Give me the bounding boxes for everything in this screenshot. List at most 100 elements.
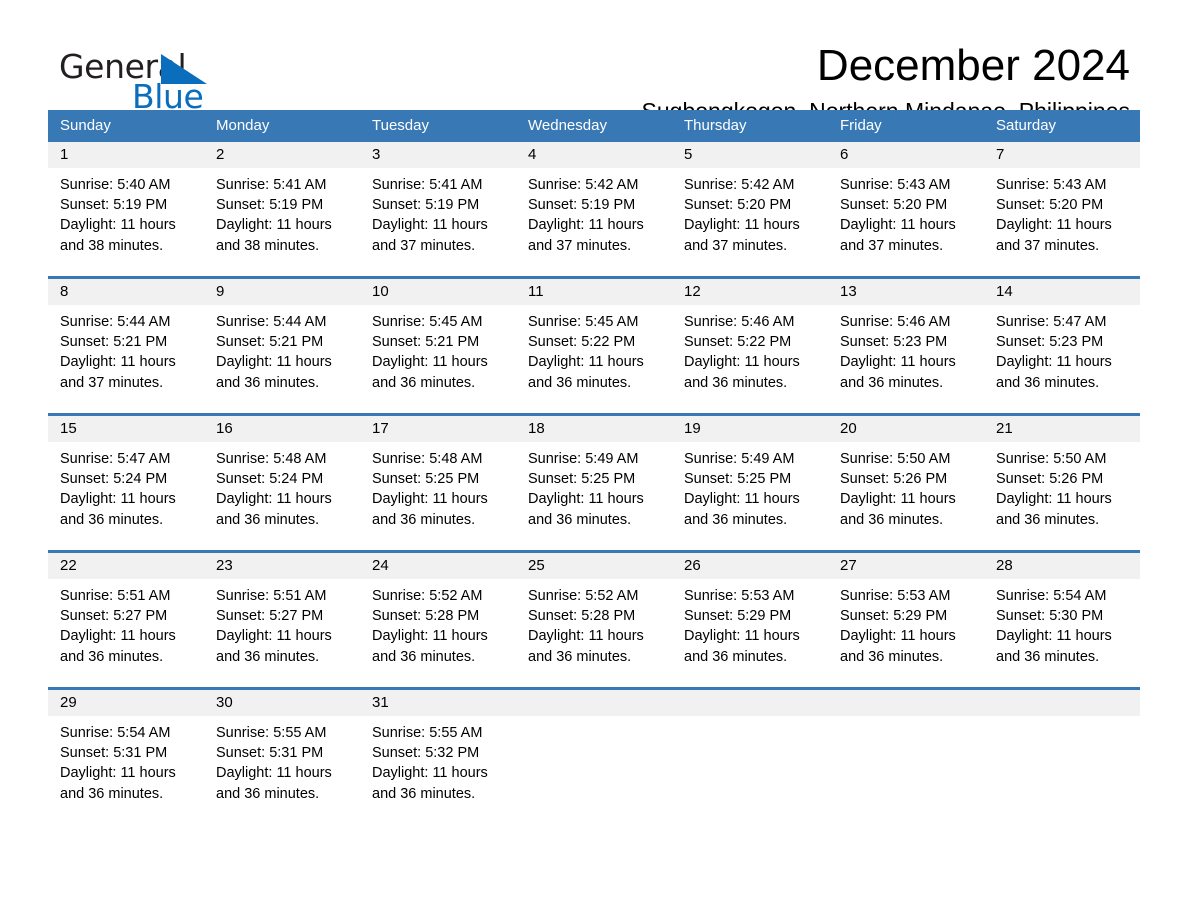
- day-number[interactable]: 14: [984, 279, 1140, 305]
- day-cell[interactable]: Sunrise: 5:44 AM Sunset: 5:21 PM Daylight:…: [204, 305, 360, 402]
- day-detail-line: Sunrise: 5:51 AM: [60, 588, 171, 604]
- day-detail-line: Daylight: 11 hours: [840, 491, 956, 508]
- day-cell[interactable]: Sunrise: 5:45 AM Sunset: 5:21 PM Daylight:…: [360, 305, 516, 402]
- day-cell[interactable]: Sunrise: 5:55 AM Sunset: 5:32 PM Daylight:…: [360, 716, 516, 813]
- day-detail-line: and 36 minutes.: [216, 511, 320, 528]
- day-number[interactable]: 2: [204, 142, 360, 168]
- day-number-empty: [828, 690, 984, 716]
- day-number[interactable]: 11: [516, 279, 672, 305]
- day-detail-line: Sunrise: 5:41 AM: [216, 177, 327, 193]
- day-cell[interactable]: Sunrise: 5:48 AM Sunset: 5:25 PM Daylight:…: [360, 442, 516, 539]
- day-cell[interactable]: Sunrise: 5:43 AM Sunset: 5:20 PM Daylight:…: [828, 168, 984, 265]
- day-number[interactable]: 21: [984, 416, 1140, 442]
- day-number[interactable]: 9: [204, 279, 360, 305]
- day-detail-line: Sunset: 5:23 PM: [840, 334, 948, 351]
- day-cell[interactable]: Sunrise: 5:40 AM Sunset: 5:19 PM Daylight:…: [48, 168, 204, 265]
- day-detail-line: Sunrise: 5:49 AM: [528, 451, 639, 467]
- day-cell[interactable]: Sunrise: 5:53 AM Sunset: 5:29 PM Daylight:…: [828, 579, 984, 676]
- day-detail-line: Sunrise: 5:48 AM: [372, 451, 483, 467]
- day-number[interactable]: 7: [984, 142, 1140, 168]
- day-cell[interactable]: Sunrise: 5:52 AM Sunset: 5:28 PM Daylight:…: [516, 579, 672, 676]
- day-detail-line: Sunrise: 5:50 AM: [996, 451, 1107, 467]
- day-number[interactable]: 28: [984, 553, 1140, 579]
- calendar-week-row: 15 16 17 18 19 20 21 Sunrise: 5:47 AM Sunset: 5:…: [48, 413, 1140, 539]
- day-number[interactable]: 10: [360, 279, 516, 305]
- day-number[interactable]: 31: [360, 690, 516, 716]
- day-cell[interactable]: Sunrise: 5:46 AM Sunset: 5:23 PM Daylight:…: [828, 305, 984, 402]
- day-cell[interactable]: Sunrise: 5:50 AM Sunset: 5:26 PM Daylight:…: [828, 442, 984, 539]
- day-cell[interactable]: Sunrise: 5:53 AM Sunset: 5:29 PM Daylight:…: [672, 579, 828, 676]
- day-number[interactable]: 3: [360, 142, 516, 168]
- day-detail-line: Sunrise: 5:52 AM: [528, 588, 639, 604]
- weekday-header-tuesday: Tuesday: [372, 117, 429, 134]
- day-number[interactable]: 4: [516, 142, 672, 168]
- day-detail-line: and 38 minutes.: [216, 237, 320, 254]
- day-cell[interactable]: Sunrise: 5:55 AM Sunset: 5:31 PM Daylight:…: [204, 716, 360, 813]
- day-number-band: 29 30 31: [48, 690, 1140, 716]
- day-cell[interactable]: Sunrise: 5:42 AM Sunset: 5:19 PM Daylight:…: [516, 168, 672, 265]
- day-cell[interactable]: Sunrise: 5:51 AM Sunset: 5:27 PM Daylight:…: [204, 579, 360, 676]
- day-cell[interactable]: Sunrise: 5:48 AM Sunset: 5:24 PM Daylight:…: [204, 442, 360, 539]
- day-detail-line: Sunset: 5:27 PM: [60, 608, 168, 625]
- day-cell[interactable]: Sunrise: 5:47 AM Sunset: 5:24 PM Daylight:…: [48, 442, 204, 539]
- day-number[interactable]: 6: [828, 142, 984, 168]
- day-number-empty: [516, 690, 672, 716]
- day-number[interactable]: 18: [516, 416, 672, 442]
- day-number[interactable]: 25: [516, 553, 672, 579]
- general-blue-logo[interactable]: General Blue: [59, 48, 259, 116]
- day-number[interactable]: 22: [48, 553, 204, 579]
- day-number[interactable]: 12: [672, 279, 828, 305]
- day-number-band: 22 23 24 25 26 27 28: [48, 553, 1140, 579]
- day-cell[interactable]: Sunrise: 5:46 AM Sunset: 5:22 PM Daylight:…: [672, 305, 828, 402]
- day-detail-line: Daylight: 11 hours: [996, 491, 1112, 508]
- day-detail-line: Sunset: 5:31 PM: [60, 745, 168, 762]
- day-cell[interactable]: Sunrise: 5:52 AM Sunset: 5:28 PM Daylight:…: [360, 579, 516, 676]
- day-number[interactable]: 24: [360, 553, 516, 579]
- day-number[interactable]: 8: [48, 279, 204, 305]
- day-cell[interactable]: Sunrise: 5:44 AM Sunset: 5:21 PM Daylight:…: [48, 305, 204, 402]
- day-number[interactable]: 30: [204, 690, 360, 716]
- day-detail-line: Sunset: 5:25 PM: [684, 471, 792, 488]
- day-number[interactable]: 17: [360, 416, 516, 442]
- day-cell-empty: [984, 716, 1140, 813]
- day-number[interactable]: 5: [672, 142, 828, 168]
- day-cell[interactable]: Sunrise: 5:43 AM Sunset: 5:20 PM Daylight:…: [984, 168, 1140, 265]
- day-number[interactable]: 19: [672, 416, 828, 442]
- day-number[interactable]: 13: [828, 279, 984, 305]
- day-detail-line: and 38 minutes.: [60, 237, 164, 254]
- day-number[interactable]: 20: [828, 416, 984, 442]
- day-detail-line: Daylight: 11 hours: [372, 628, 488, 645]
- day-number[interactable]: 15: [48, 416, 204, 442]
- day-detail-line: and 36 minutes.: [216, 785, 320, 802]
- day-cell[interactable]: Sunrise: 5:45 AM Sunset: 5:22 PM Daylight:…: [516, 305, 672, 402]
- day-detail-line: Sunset: 5:26 PM: [996, 471, 1104, 488]
- day-number[interactable]: 26: [672, 553, 828, 579]
- day-number[interactable]: 29: [48, 690, 204, 716]
- day-detail-line: and 37 minutes.: [996, 237, 1100, 254]
- day-cell[interactable]: Sunrise: 5:49 AM Sunset: 5:25 PM Daylight:…: [672, 442, 828, 539]
- day-cell[interactable]: Sunrise: 5:51 AM Sunset: 5:27 PM Daylight:…: [48, 579, 204, 676]
- day-detail-line: Sunset: 5:25 PM: [372, 471, 480, 488]
- day-detail-band: Sunrise: 5:51 AM Sunset: 5:27 PM Daylight:…: [48, 579, 1140, 676]
- day-cell[interactable]: Sunrise: 5:41 AM Sunset: 5:19 PM Daylight:…: [360, 168, 516, 265]
- day-cell[interactable]: Sunrise: 5:49 AM Sunset: 5:25 PM Daylight:…: [516, 442, 672, 539]
- day-detail-line: Sunset: 5:31 PM: [216, 745, 324, 762]
- day-cell[interactable]: Sunrise: 5:54 AM Sunset: 5:30 PM Daylight:…: [984, 579, 1140, 676]
- day-detail-line: Sunset: 5:21 PM: [216, 334, 324, 351]
- day-number[interactable]: 1: [48, 142, 204, 168]
- day-detail-line: Sunset: 5:22 PM: [528, 334, 636, 351]
- day-cell[interactable]: Sunrise: 5:47 AM Sunset: 5:23 PM Daylight:…: [984, 305, 1140, 402]
- calendar-week-row: 29 30 31 Sunrise: 5:54 AM Sunset: 5:31 PM Day…: [48, 687, 1140, 813]
- day-detail-line: Daylight: 11 hours: [528, 354, 644, 371]
- day-detail-line: Sunrise: 5:40 AM: [60, 177, 171, 193]
- day-number[interactable]: 16: [204, 416, 360, 442]
- day-detail-line: Sunset: 5:30 PM: [996, 608, 1104, 625]
- day-cell[interactable]: Sunrise: 5:54 AM Sunset: 5:31 PM Daylight:…: [48, 716, 204, 813]
- day-number[interactable]: 27: [828, 553, 984, 579]
- day-cell[interactable]: Sunrise: 5:50 AM Sunset: 5:26 PM Daylight:…: [984, 442, 1140, 539]
- day-number[interactable]: 23: [204, 553, 360, 579]
- day-detail-line: Sunrise: 5:44 AM: [60, 314, 171, 330]
- day-cell[interactable]: Sunrise: 5:41 AM Sunset: 5:19 PM Daylight:…: [204, 168, 360, 265]
- day-cell[interactable]: Sunrise: 5:42 AM Sunset: 5:20 PM Daylight:…: [672, 168, 828, 265]
- day-detail-line: Sunset: 5:21 PM: [60, 334, 168, 351]
